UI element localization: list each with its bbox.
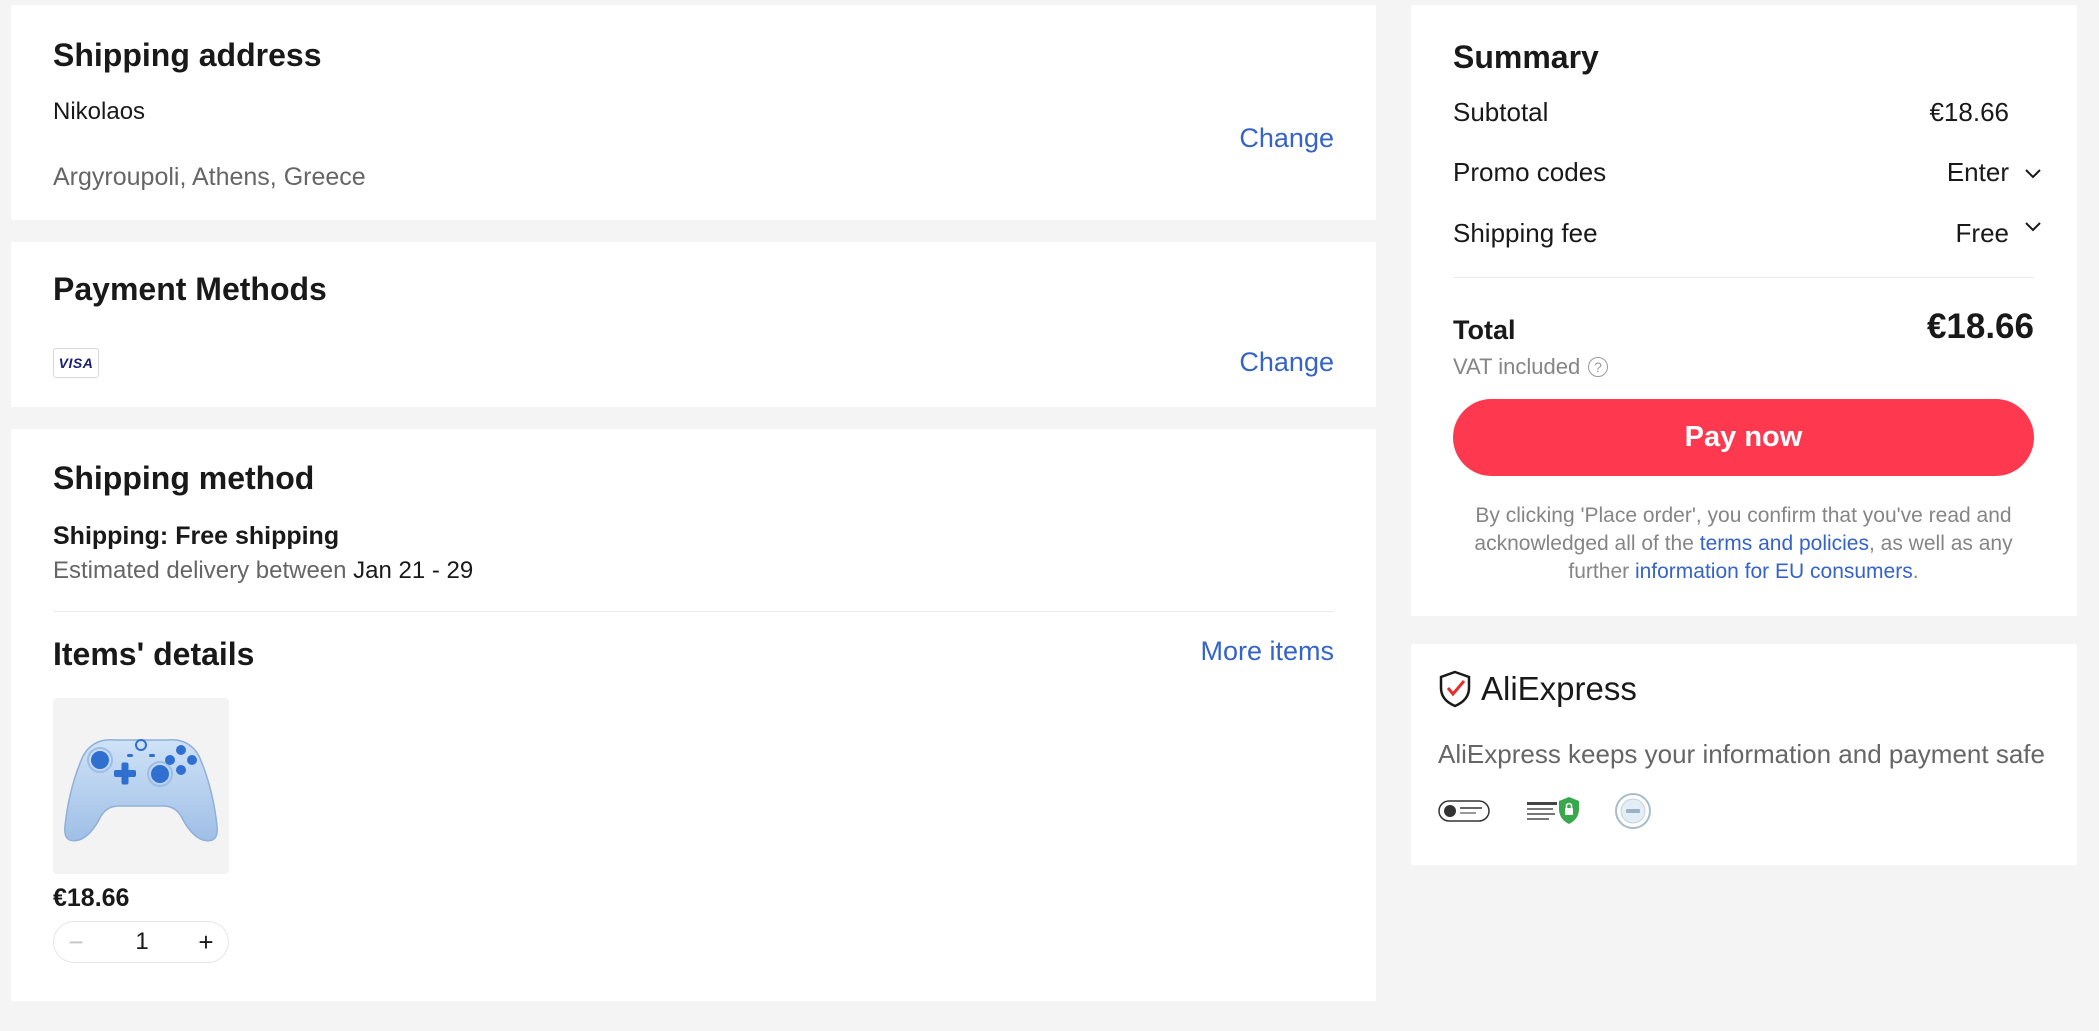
- item-price: €18.66: [53, 884, 130, 912]
- promo-code-enter[interactable]: Enter: [1947, 157, 2009, 188]
- trust-seal-icon: [1438, 800, 1490, 822]
- vat-included-label: VAT included: [1453, 354, 1581, 379]
- chevron-down-icon[interactable]: [2022, 215, 2044, 237]
- summary-title: Summary: [1453, 39, 1599, 75]
- payment-methods-card: Payment Methods VISA Change: [11, 242, 1376, 407]
- quantity-value[interactable]: 1: [104, 922, 180, 962]
- eu-consumers-info-link[interactable]: information for EU consumers: [1635, 560, 1913, 583]
- chevron-down-icon[interactable]: [2022, 162, 2044, 184]
- more-items-link[interactable]: More items: [1200, 636, 1334, 667]
- order-summary-card: Summary Subtotal €18.66 Promo codes Ente…: [1411, 5, 2077, 616]
- shipping-method-card: Shipping method Shipping: Free shipping …: [11, 429, 1376, 1001]
- decrease-quantity-button[interactable]: −: [56, 922, 96, 962]
- address-location: Argyroupoli, Athens, Greece: [53, 163, 366, 191]
- change-address-link[interactable]: Change: [1239, 123, 1334, 154]
- increase-quantity-button[interactable]: +: [186, 922, 226, 962]
- estimated-delivery: Estimated delivery between Jan 21 - 29: [53, 557, 474, 584]
- total-label: Total: [1453, 315, 1516, 345]
- visa-card-icon: VISA: [53, 348, 99, 378]
- payment-methods-title: Payment Methods: [53, 271, 327, 307]
- legal-notice: By clicking 'Place order', you confirm t…: [1474, 504, 2013, 583]
- summary-divider: [1453, 277, 2034, 278]
- delivery-dates: Jan 21 - 29: [353, 557, 474, 584]
- shipping-option: Shipping: Free shipping: [53, 522, 340, 550]
- change-payment-link[interactable]: Change: [1239, 347, 1334, 378]
- terms-and-policies-link[interactable]: terms and policies: [1700, 532, 1869, 555]
- subtotal-value: €18.66: [1929, 97, 2009, 127]
- subtotal-label: Subtotal: [1453, 97, 1549, 127]
- shipping-fee-label: Shipping fee: [1453, 218, 1598, 248]
- total-value: €18.66: [1926, 307, 2034, 346]
- ssl-secure-connection-icon: [1527, 797, 1579, 824]
- gamepad-icon: [64, 739, 218, 842]
- pay-now-button[interactable]: Pay now: [1453, 399, 2034, 476]
- shield-check-icon: [1439, 670, 1471, 708]
- shipping-address-card: Shipping address Nikolaos Argyroupoli, A…: [11, 5, 1376, 220]
- certification-seal-icon: [1615, 793, 1651, 829]
- help-icon[interactable]: ?: [1588, 357, 1608, 377]
- promo-codes-label: Promo codes: [1453, 157, 1607, 187]
- security-message: AliExpress keeps your information and pa…: [1438, 739, 2045, 769]
- section-divider: [53, 611, 1334, 612]
- shipping-method-title: Shipping method: [53, 460, 315, 496]
- aliexpress-logo: AliExpress: [1481, 670, 1637, 707]
- quantity-stepper: − 1 +: [53, 921, 229, 963]
- product-thumbnail[interactable]: [53, 698, 229, 874]
- shipping-fee-value: Free: [1955, 218, 2009, 248]
- recipient-name: Nikolaos: [53, 98, 146, 125]
- security-trust-card: AliExpress AliExpress keeps your informa…: [1411, 644, 2077, 865]
- items-details-title: Items' details: [53, 636, 255, 672]
- shipping-address-title: Shipping address: [53, 37, 322, 73]
